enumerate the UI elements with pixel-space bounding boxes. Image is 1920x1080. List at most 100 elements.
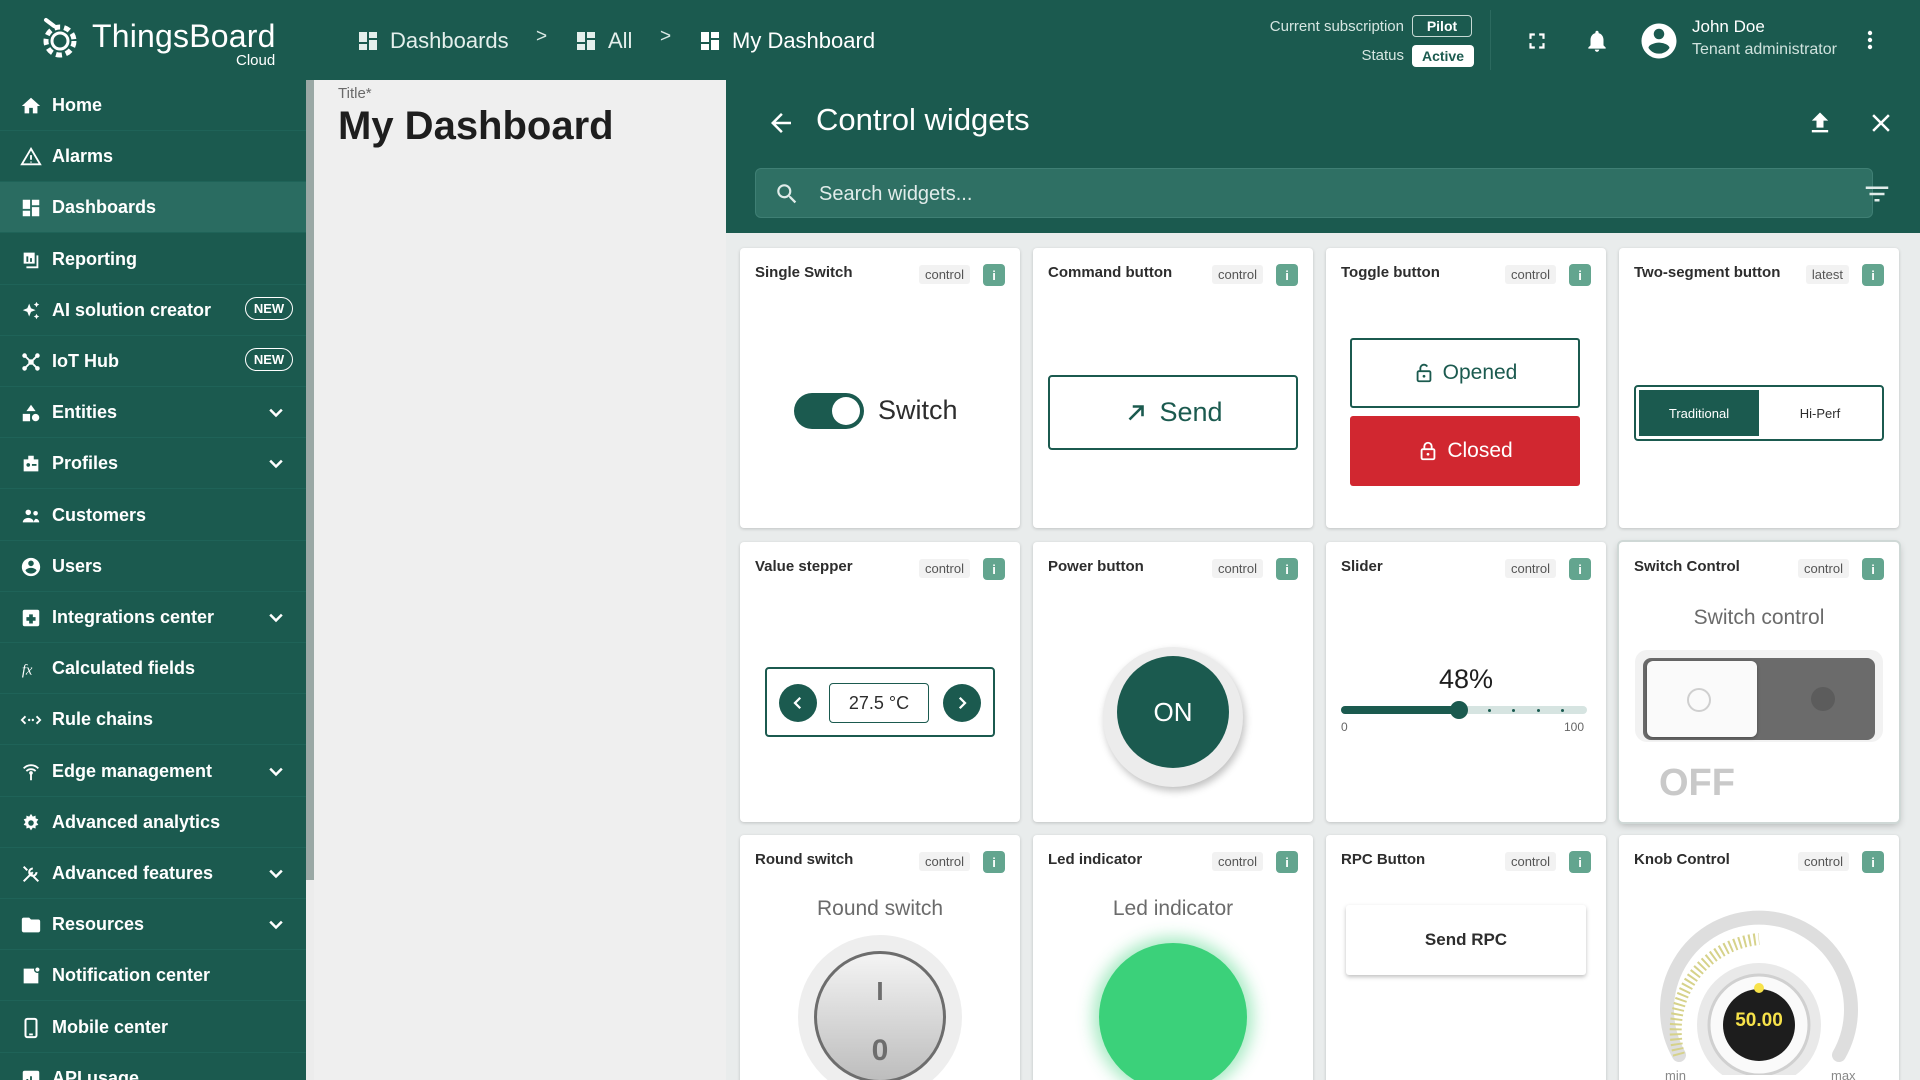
widget-card-rpc-button[interactable]: RPC Button control i Send RPC <box>1326 835 1606 1080</box>
segment-hi-perf[interactable]: Hi-Perf <box>1760 390 1880 436</box>
power-button[interactable]: ON <box>1117 656 1229 768</box>
widget-card-led-indicator[interactable]: Led indicator control i Led indicator <box>1033 835 1313 1080</box>
breadcrumb-all[interactable]: All <box>574 24 632 58</box>
stepper-box: 27.5 °C <box>765 667 995 737</box>
round-switch[interactable]: I 0 <box>814 951 946 1080</box>
breadcrumb-label: Dashboards <box>390 28 509 53</box>
notification-icon <box>23 966 41 984</box>
segment-traditional[interactable]: Traditional <box>1639 390 1759 436</box>
widget-tag: control <box>1211 852 1263 871</box>
sidebar-item-label: Dashboards <box>52 197 157 218</box>
sidebar-item-alarms[interactable]: Alarms <box>0 131 306 183</box>
widget-title: Knob Control <box>1634 851 1730 868</box>
sparkle-icon <box>22 301 40 320</box>
switch-track[interactable] <box>794 393 864 429</box>
slider-tick <box>1561 709 1565 712</box>
more-vert-icon[interactable] <box>1858 26 1882 54</box>
slider-thumb[interactable] <box>1450 701 1469 719</box>
upload-icon[interactable] <box>1806 108 1834 138</box>
info-button[interactable]: i <box>1276 851 1298 873</box>
sidebar-item-home[interactable]: Home <box>0 80 306 131</box>
sidebar-item-api-usage[interactable]: API usage <box>0 1053 306 1080</box>
sidebar-item-resources[interactable]: Resources <box>0 899 306 951</box>
sidebar-item-dashboards[interactable]: Dashboards <box>0 182 306 234</box>
dashboard-title[interactable]: My Dashboard <box>338 104 614 149</box>
widget-card-round-switch[interactable]: Round switch control i Round switch I 0 <box>740 835 1020 1080</box>
info-button[interactable]: i <box>1862 264 1884 286</box>
slider-track[interactable] <box>1341 701 1587 719</box>
integrations-icon <box>22 609 40 627</box>
subscription-chip[interactable]: Pilot <box>1412 15 1472 37</box>
search-input[interactable] <box>819 183 1719 206</box>
widget-card-value-stepper[interactable]: Value stepper control i 27.5 °C <box>740 542 1020 822</box>
widget-card-power-button[interactable]: Power button control i ON <box>1033 542 1313 822</box>
info-button[interactable]: i <box>983 264 1005 286</box>
avatar-icon[interactable] <box>1638 20 1680 62</box>
knob-dial[interactable] <box>1649 895 1869 1075</box>
sidebar-item-iot-hub[interactable]: IoT Hub NEW <box>0 336 306 387</box>
stepper-value[interactable]: 27.5 °C <box>829 683 929 723</box>
logo[interactable]: ThingsBoard Cloud <box>34 12 284 72</box>
closed-button[interactable]: Closed <box>1350 416 1580 486</box>
breadcrumb-dashboards[interactable]: Dashboards <box>356 24 509 58</box>
widget-card-knob-control[interactable]: Knob Control control i 50.00 min max <box>1619 835 1899 1080</box>
sidebar-item-advanced-features[interactable]: Advanced features <box>0 848 306 899</box>
info-button[interactable]: i <box>1569 851 1591 873</box>
sidebar-item-entities[interactable]: Entities <box>0 387 306 439</box>
info-button[interactable]: i <box>1276 264 1298 286</box>
widget-card-toggle-button[interactable]: Toggle button control i Opened Closed <box>1326 248 1606 528</box>
search-box[interactable] <box>755 168 1873 218</box>
chevron-down-icon <box>269 408 283 418</box>
widget-card-two-segment-button[interactable]: Two-segment button latest i Traditional … <box>1619 248 1899 528</box>
sidebar-item-profiles[interactable]: Profiles <box>0 438 306 490</box>
sidebar-item-rule-chains[interactable]: Rule chains <box>0 694 306 746</box>
sidebar-item-users[interactable]: Users <box>0 541 306 592</box>
send-rpc-button[interactable]: Send RPC <box>1346 905 1586 975</box>
decrement-button[interactable] <box>779 684 817 722</box>
back-arrow-icon[interactable] <box>766 108 796 138</box>
fullscreen-icon[interactable] <box>1524 28 1550 54</box>
switch-control-track[interactable] <box>1643 658 1875 740</box>
sidebar-item-mobile-center[interactable]: Mobile center <box>0 1002 306 1053</box>
breadcrumb-my-dashboard[interactable]: My Dashboard <box>698 24 875 58</box>
widget-card-switch-control[interactable]: Switch Control control i Switch control … <box>1619 542 1899 822</box>
sidebar-item-ai-solution-creator[interactable]: AI solution creator NEW <box>0 285 306 336</box>
sidebar-item-advanced-analytics[interactable]: Advanced analytics <box>0 797 306 848</box>
send-button[interactable]: Send <box>1048 375 1298 450</box>
info-button[interactable]: i <box>1569 264 1591 286</box>
sidebar-item-reporting[interactable]: Reporting <box>0 234 306 285</box>
opened-button[interactable]: Opened <box>1350 338 1580 408</box>
close-icon[interactable] <box>1866 108 1896 138</box>
widget-tag: control <box>1797 559 1849 578</box>
switch-control-dot <box>1687 688 1711 712</box>
sidebar-item-label: Entities <box>52 402 118 423</box>
bell-icon[interactable] <box>1584 27 1610 55</box>
widget-card-command-button[interactable]: Command button control i Send <box>1033 248 1313 528</box>
widget-card-single-switch[interactable]: Single Switch control i Switch <box>740 248 1020 528</box>
logo-name: ThingsBoard <box>92 18 276 54</box>
round-switch-on-mark: I <box>876 976 884 1006</box>
knob-min: min <box>1665 1068 1686 1080</box>
info-button[interactable]: i <box>1862 558 1884 580</box>
increment-button[interactable] <box>943 684 981 722</box>
filter-icon[interactable] <box>1862 179 1892 209</box>
subscription-label: Current subscription <box>1269 18 1404 35</box>
sidebar-item-notification-center[interactable]: Notification center <box>0 950 306 1002</box>
info-button[interactable]: i <box>1862 851 1884 873</box>
widget-title: Round switch <box>755 851 854 868</box>
sidebar-item-calculated-fields[interactable]: fx Calculated fields <box>0 643 306 695</box>
sidebar-item-label: Profiles <box>52 453 119 474</box>
slider-tick <box>1487 709 1491 712</box>
widget-card-slider[interactable]: Slider control i 48% 0 100 <box>1326 542 1606 822</box>
sidebar-scrollbar[interactable] <box>306 80 314 880</box>
sidebar-item-customers[interactable]: Customers <box>0 490 306 541</box>
widget-title: Led indicator <box>1048 851 1143 868</box>
sidebar-item-edge-management[interactable]: Edge management <box>0 746 306 797</box>
info-button[interactable]: i <box>1569 558 1591 580</box>
info-button[interactable]: i <box>983 851 1005 873</box>
info-button[interactable]: i <box>1276 558 1298 580</box>
info-button[interactable]: i <box>983 558 1005 580</box>
sidebar-item-integrations-center[interactable]: Integrations center <box>0 592 306 643</box>
slider-tick <box>1512 709 1516 712</box>
user-icon <box>21 557 41 576</box>
